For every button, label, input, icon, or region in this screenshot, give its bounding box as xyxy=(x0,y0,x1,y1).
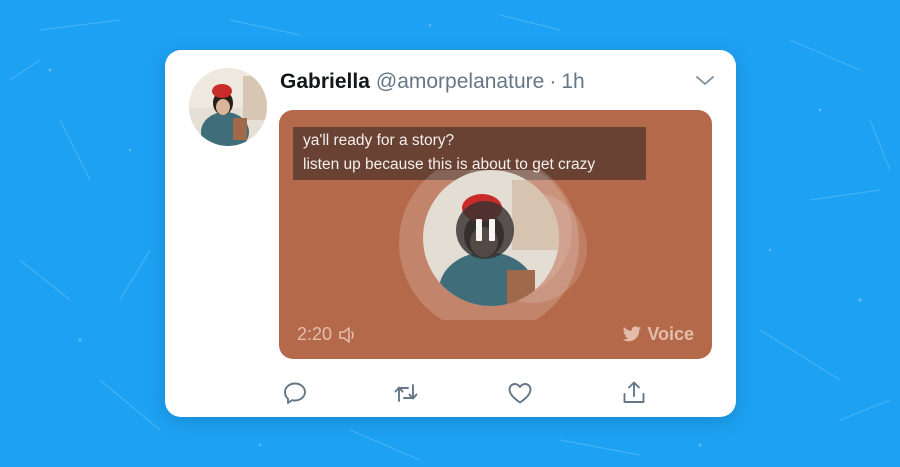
retweet-icon[interactable] xyxy=(393,380,419,406)
pause-bar xyxy=(475,219,482,241)
tweet-header: Gabriella @amorpelanature · 1h xyxy=(280,68,585,96)
speaker-icon[interactable] xyxy=(338,326,358,344)
duration: 2:20 xyxy=(297,324,358,345)
avatar-photo xyxy=(189,68,267,146)
heart-icon[interactable] xyxy=(507,380,533,406)
caption-line: ya'll ready for a story? xyxy=(303,132,455,149)
tweet-card[interactable]: Gabriella @amorpelanature · 1h ya'll rea… xyxy=(165,50,736,417)
author-handle[interactable]: @amorpelanature xyxy=(376,70,544,94)
brand-label: Voice xyxy=(647,324,694,344)
voice-brand: Voice xyxy=(622,324,694,345)
pause-bar xyxy=(488,219,495,241)
tweet-time[interactable]: 1h xyxy=(561,70,584,94)
reply-icon[interactable] xyxy=(282,380,308,406)
author-name[interactable]: Gabriella xyxy=(280,70,370,94)
chevron-down-icon[interactable] xyxy=(694,72,716,90)
pause-button[interactable] xyxy=(456,201,514,259)
voice-tweet-media[interactable]: ya'll ready for a story? listen up becau… xyxy=(279,110,712,359)
bird-icon xyxy=(623,326,642,342)
share-icon[interactable] xyxy=(621,380,647,406)
tweet-actions xyxy=(279,380,645,408)
separator: · xyxy=(549,70,557,93)
avatar[interactable] xyxy=(189,68,267,146)
duration-text: 2:20 xyxy=(297,324,333,344)
